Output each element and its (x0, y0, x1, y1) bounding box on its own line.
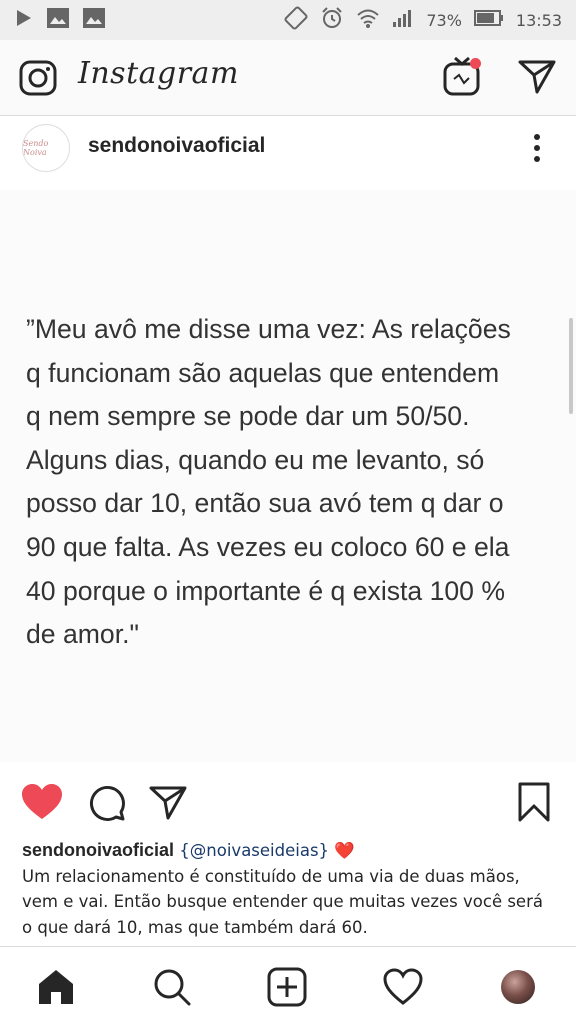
gallery-icon (82, 7, 106, 34)
alarm-icon (320, 6, 344, 35)
new-post-icon[interactable] (267, 967, 307, 1007)
like-icon[interactable] (20, 782, 64, 822)
post-caption: sendonoivaoficial {@noivaseideias} ❤️ Um… (22, 838, 558, 940)
notification-dot (470, 58, 481, 69)
scrollbar[interactable] (569, 318, 573, 414)
igtv-icon[interactable] (442, 54, 482, 98)
profile-avatar-image (501, 970, 535, 1004)
share-icon[interactable] (148, 784, 188, 822)
save-icon[interactable] (516, 780, 552, 824)
app-header: Instagram (0, 40, 576, 116)
caption-mention[interactable]: {@noivaseideias} (179, 841, 329, 860)
status-bar: 73% 13:53 (0, 0, 576, 40)
caption-username[interactable]: sendonoivaoficial (22, 840, 174, 860)
status-right: 73% 13:53 (284, 6, 562, 35)
caption-emoji: ❤️ (334, 841, 355, 860)
post-image-quote: ”Meu avô me disse uma vez: As relações q… (26, 314, 511, 650)
signal-icon (392, 8, 414, 33)
clock: 13:53 (515, 10, 562, 30)
bottom-navigation (0, 946, 576, 1024)
status-left (14, 7, 106, 34)
search-icon[interactable] (152, 967, 192, 1007)
profile-avatar[interactable] (498, 967, 538, 1007)
wifi-icon (356, 7, 380, 34)
post-header: Sendo Noiva sendonoivaoficial (0, 118, 576, 180)
nfc-icon (284, 6, 308, 35)
play-store-icon (14, 8, 34, 33)
avatar[interactable]: Sendo Noiva (22, 124, 70, 172)
gallery-icon (46, 7, 70, 34)
camera-icon[interactable] (18, 58, 58, 98)
caption-text: Um relacionamento é constituído de uma v… (22, 866, 543, 937)
battery-percent: 73% (426, 10, 462, 30)
more-options-icon[interactable] (530, 132, 544, 166)
app-title: Instagram (78, 56, 239, 91)
home-icon[interactable] (36, 967, 76, 1007)
battery-icon (473, 9, 504, 32)
activity-icon[interactable] (383, 967, 423, 1007)
avatar-logo-text: Sendo Noiva (23, 139, 49, 157)
comment-icon[interactable] (88, 784, 126, 822)
post-username[interactable]: sendonoivaoficial (88, 134, 265, 158)
post-actions (0, 770, 576, 836)
direct-message-icon[interactable] (516, 56, 558, 98)
